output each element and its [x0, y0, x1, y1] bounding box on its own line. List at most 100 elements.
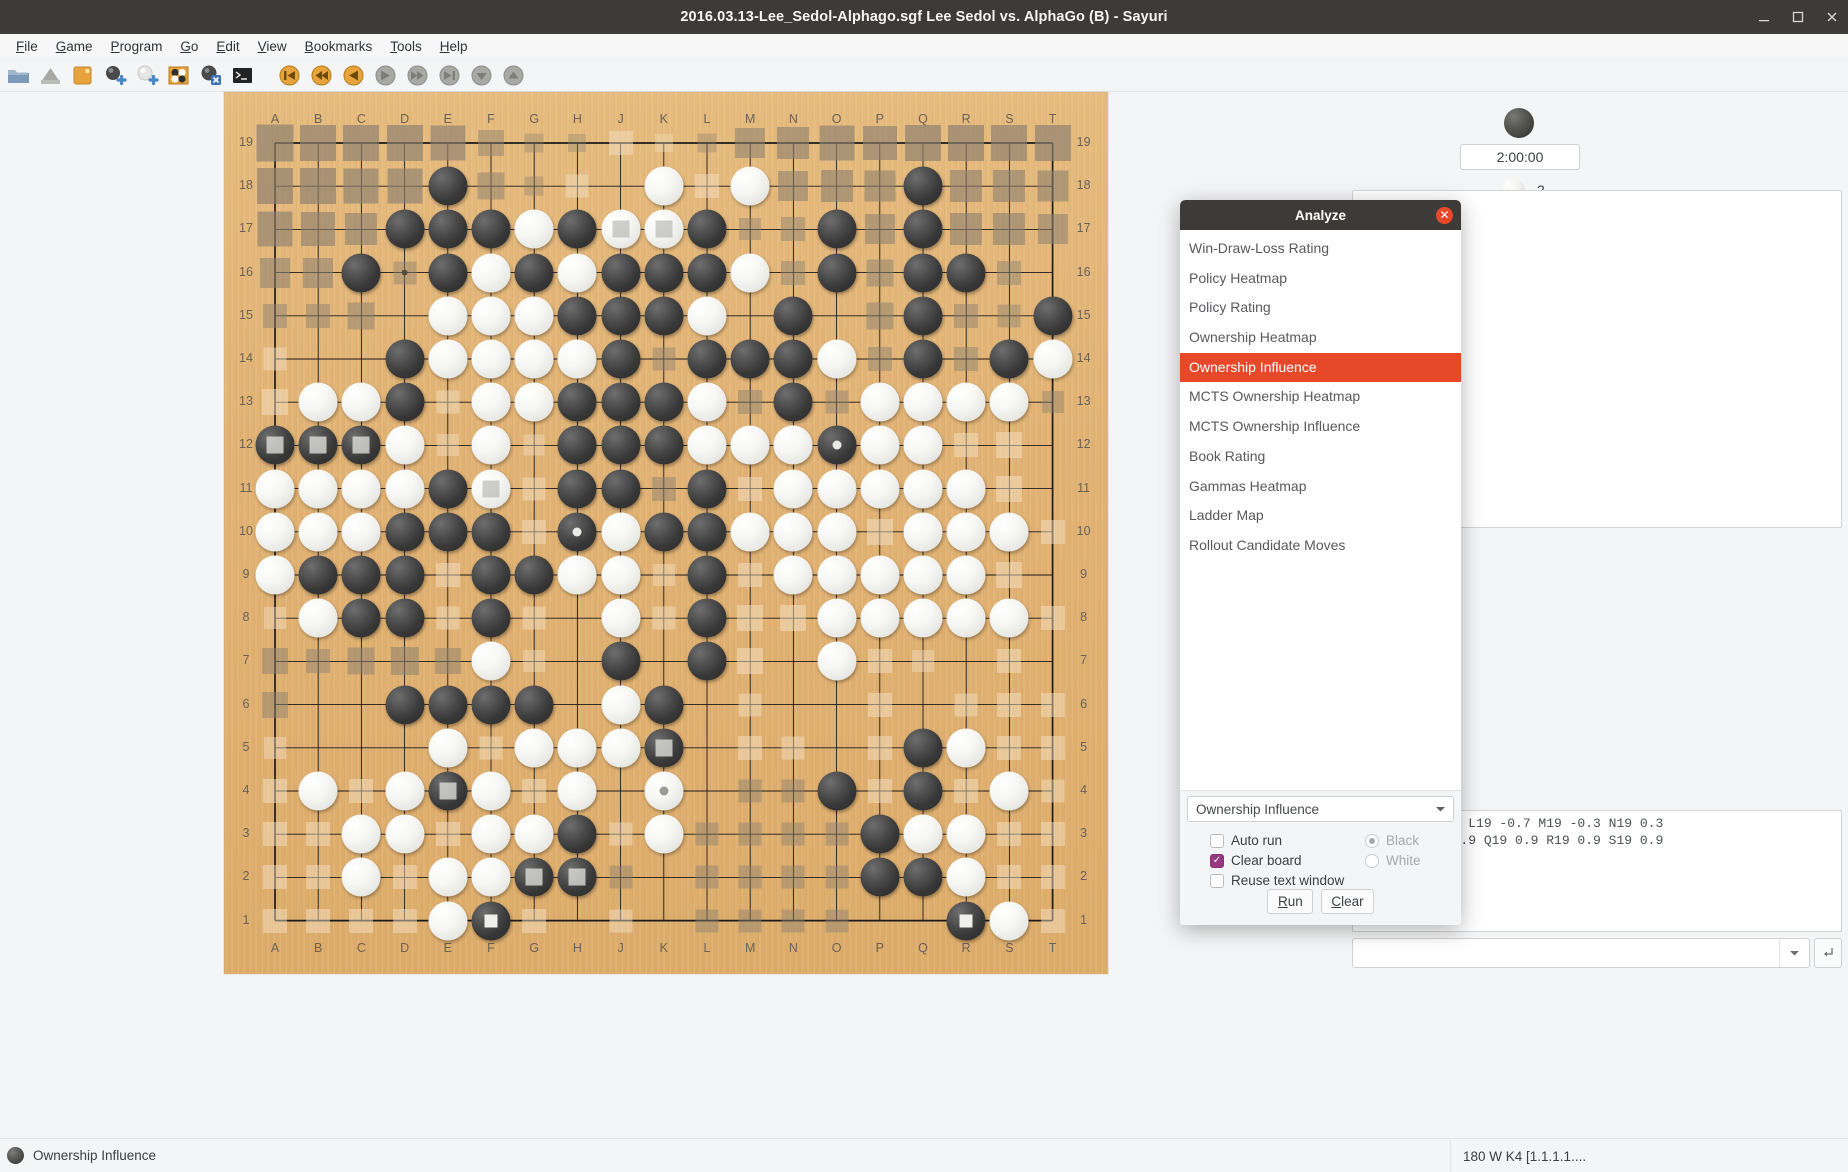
go-stone-black[interactable]: [428, 771, 468, 811]
go-stone-black[interactable]: [601, 253, 641, 293]
go-stone-white[interactable]: [817, 641, 857, 681]
go-stone-white[interactable]: [730, 166, 770, 206]
go-stone-black[interactable]: [514, 857, 554, 897]
go-stone-black[interactable]: [773, 339, 813, 379]
go-stone-black[interactable]: [557, 469, 597, 509]
go-stone-white[interactable]: [860, 598, 900, 638]
go-stone-white[interactable]: [428, 857, 468, 897]
menu-game[interactable]: Game: [47, 37, 102, 56]
white-radio[interactable]: [1365, 853, 1379, 868]
go-stone-white[interactable]: [255, 512, 295, 552]
go-stone-white[interactable]: [817, 469, 857, 509]
go-stone-black[interactable]: [687, 253, 727, 293]
analyze-option-gammas-heatmap[interactable]: Gammas Heatmap: [1180, 472, 1461, 502]
go-stone-black[interactable]: [601, 339, 641, 379]
go-stone-white[interactable]: [903, 425, 943, 465]
go-stone-white[interactable]: [341, 814, 381, 854]
add-white-player-icon[interactable]: [134, 63, 159, 88]
go-stone-black[interactable]: [644, 728, 684, 768]
go-stone-black[interactable]: [601, 425, 641, 465]
go-stone-white[interactable]: [298, 598, 338, 638]
go-stone-black[interactable]: [255, 425, 295, 465]
go-stone-black[interactable]: [687, 209, 727, 249]
go-stone-black[interactable]: [298, 425, 338, 465]
go-stone-black[interactable]: [557, 425, 597, 465]
menu-go[interactable]: Go: [171, 37, 207, 56]
checkbox-auto-run[interactable]: Auto run: [1210, 833, 1282, 848]
go-stone-white[interactable]: [903, 555, 943, 595]
go-stone-white[interactable]: [385, 814, 425, 854]
go-stone-white[interactable]: [817, 339, 857, 379]
go-stone-white[interactable]: [557, 771, 597, 811]
go-stone-black[interactable]: [601, 296, 641, 336]
go-stone-white[interactable]: [644, 771, 684, 811]
go-stone-white[interactable]: [989, 382, 1029, 422]
go-stone-white[interactable]: [773, 555, 813, 595]
analyze-option-mcts-ownership-influence[interactable]: MCTS Ownership Influence: [1180, 412, 1461, 442]
reuse-text-window-checkbox[interactable]: [1210, 873, 1224, 888]
go-stone-white[interactable]: [601, 555, 641, 595]
go-stone-white[interactable]: [989, 771, 1029, 811]
go-stone-white[interactable]: [946, 555, 986, 595]
go-stone-black[interactable]: [687, 641, 727, 681]
go-stone-white[interactable]: [471, 641, 511, 681]
go-stone-black[interactable]: [687, 469, 727, 509]
go-stone-black[interactable]: [860, 814, 900, 854]
open-file-icon[interactable]: [6, 63, 31, 88]
go-stone-black[interactable]: [557, 382, 597, 422]
analyze-option-win-draw-loss-rating[interactable]: Win-Draw-Loss Rating: [1180, 234, 1461, 264]
go-stone-white[interactable]: [946, 728, 986, 768]
go-stone-white[interactable]: [644, 166, 684, 206]
go-stone-black[interactable]: [773, 296, 813, 336]
go-stone-white[interactable]: [601, 685, 641, 725]
go-stone-white[interactable]: [255, 555, 295, 595]
go-stone-black[interactable]: [860, 857, 900, 897]
go-stone-white[interactable]: [298, 469, 338, 509]
go-stone-white[interactable]: [428, 296, 468, 336]
go-stone-white[interactable]: [341, 857, 381, 897]
go-stone-black[interactable]: [903, 166, 943, 206]
go-stone-white[interactable]: [514, 339, 554, 379]
go-stone-black[interactable]: [341, 253, 381, 293]
go-stone-white[interactable]: [255, 469, 295, 509]
go-stone-white[interactable]: [687, 382, 727, 422]
go-stone-black[interactable]: [903, 771, 943, 811]
go-stone-black[interactable]: [817, 771, 857, 811]
go-stone-black[interactable]: [644, 425, 684, 465]
menu-tools[interactable]: Tools: [381, 37, 431, 56]
go-stone-black[interactable]: [601, 641, 641, 681]
save-file-icon[interactable]: [38, 63, 63, 88]
go-stone-white[interactable]: [946, 382, 986, 422]
run-button[interactable]: Run: [1267, 889, 1314, 914]
chevron-down-icon[interactable]: [1427, 805, 1453, 813]
go-stone-white[interactable]: [946, 857, 986, 897]
go-stone-black[interactable]: [428, 166, 468, 206]
go-back-ten-icon[interactable]: [309, 63, 334, 88]
go-stone-white[interactable]: [601, 598, 641, 638]
menu-help[interactable]: Help: [431, 37, 477, 56]
go-stone-white[interactable]: [946, 598, 986, 638]
black-radio[interactable]: [1365, 833, 1379, 848]
go-stone-black[interactable]: [903, 728, 943, 768]
go-stone-white[interactable]: [471, 857, 511, 897]
go-stone-black[interactable]: [557, 209, 597, 249]
go-stone-black[interactable]: [644, 382, 684, 422]
go-stone-white[interactable]: [644, 814, 684, 854]
analysis-mode-select[interactable]: Ownership Influence: [1187, 796, 1454, 822]
go-stone-black[interactable]: [385, 555, 425, 595]
go-stone-black[interactable]: [385, 209, 425, 249]
analyze-dialog[interactable]: Analyze ✕ Win-Draw-Loss Rating Policy Hea…: [1180, 200, 1461, 925]
send-command-button[interactable]: [1814, 938, 1842, 968]
go-stone-white[interactable]: [860, 469, 900, 509]
go-stone-white[interactable]: [557, 253, 597, 293]
go-stone-white[interactable]: [341, 469, 381, 509]
go-stone-black[interactable]: [385, 512, 425, 552]
new-game-icon[interactable]: [70, 63, 95, 88]
go-stone-white[interactable]: [644, 209, 684, 249]
board-setup-icon[interactable]: [166, 63, 191, 88]
go-stone-black[interactable]: [385, 382, 425, 422]
go-stone-black[interactable]: [817, 253, 857, 293]
go-stone-white[interactable]: [989, 512, 1029, 552]
go-down-variation-icon[interactable]: [469, 63, 494, 88]
go-stone-white[interactable]: [385, 425, 425, 465]
